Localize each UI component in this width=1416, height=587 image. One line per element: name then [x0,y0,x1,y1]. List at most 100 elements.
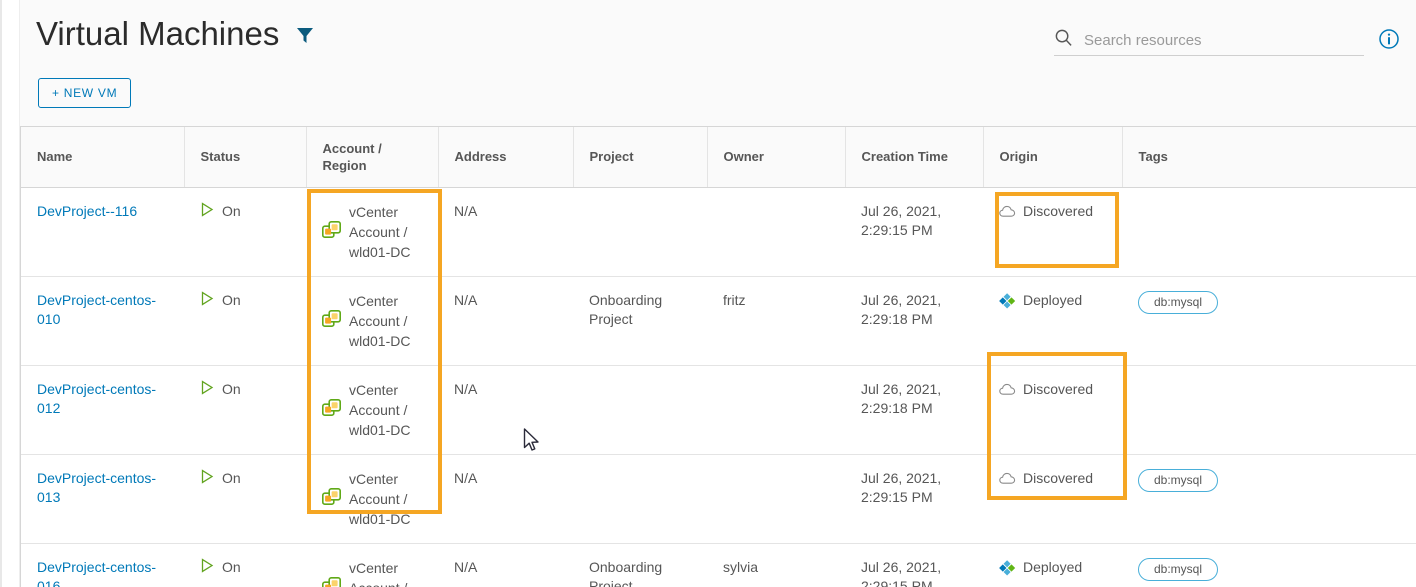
column-header-origin[interactable]: Origin [983,127,1123,188]
page-header: Virtual Machines + NEW VM [20,0,1416,118]
cell-creation-time: Jul 26, 2021, 2:29:15 PM [845,543,983,587]
cell-name: DevProject-centos-016 [21,543,184,587]
table-row[interactable]: DevProject-centos-013 On vCenter Account… [21,454,1416,544]
new-vm-button[interactable]: + NEW VM [38,78,132,108]
table-header-row: Name Status Account / Region Address Pro… [21,127,1416,188]
column-header-account[interactable]: Account / Region [306,127,439,188]
cell-origin: Discovered [983,187,1122,277]
vm-name-link[interactable]: DevProject-centos-010 [37,292,156,327]
account-region-label: vCenter Account / wld01-DC [349,292,411,349]
cell-origin: Deployed [983,276,1122,366]
search-icon [1054,28,1073,52]
cloud-icon [999,204,1016,223]
cell-address: N/A [438,454,573,544]
deployed-diamonds-icon [999,559,1016,581]
cell-creation-time: Jul 26, 2021, 2:29:15 PM [845,454,983,544]
info-icon[interactable] [1378,28,1400,55]
mouse-cursor [523,428,541,459]
cell-project [573,187,707,277]
play-triangle-icon [200,379,214,400]
cell-owner [707,187,845,277]
status-label: On [222,469,241,486]
origin-label: Discovered [1023,202,1094,219]
virtual-machines-table: Name Status Account / Region Address Pro… [21,127,1416,587]
virtual-machines-page: Virtual Machines + NEW VM Search resourc… [0,0,1416,587]
column-header-tags[interactable]: Tags [1122,127,1416,188]
table-body: DevProject--116 On vCenter Account / wld… [21,187,1416,587]
cloud-icon [999,471,1016,490]
cell-project [573,454,707,544]
vm-name-link[interactable]: DevProject-centos-016 [37,559,156,587]
play-triangle-icon [200,290,214,311]
status-label: On [222,558,241,575]
cell-owner [707,365,845,455]
cell-status: On [184,543,306,587]
cell-status: On [184,187,306,277]
cell-account-region: vCenter Account / wld01-DC [306,543,438,587]
filter-icon[interactable] [293,23,317,52]
tag-pill[interactable]: db:mysql [1138,468,1219,492]
cell-project [573,365,707,455]
cell-project: Onboarding Project [573,543,707,587]
status-label: On [222,380,241,397]
column-header-name[interactable]: Name [21,127,185,188]
cell-owner [707,454,845,544]
vm-name-link[interactable]: DevProject-centos-013 [37,470,156,505]
cell-tags: db:mysql [1122,276,1416,366]
status-label: On [222,202,241,219]
origin-label: Discovered [1023,380,1094,397]
table-row[interactable]: DevProject--116 On vCenter Account / wld… [21,187,1416,277]
table-row[interactable]: DevProject-centos-010 On vCenter Account… [21,276,1416,366]
cell-origin: Discovered [983,365,1122,455]
column-header-address[interactable]: Address [438,127,574,188]
column-header-creation-time[interactable]: Creation Time [845,127,984,188]
vcenter-account-icon [322,487,341,512]
vcenter-account-icon [322,309,341,334]
vcenter-account-icon [322,398,341,423]
vm-table-container: Name Status Account / Region Address Pro… [20,126,1416,587]
cell-owner: fritz [707,276,845,366]
play-triangle-icon [200,201,214,222]
deployed-diamonds-icon [999,292,1016,314]
cell-owner: sylvia [707,543,845,587]
cell-address: N/A [438,543,573,587]
cell-tags [1122,365,1416,455]
column-header-owner[interactable]: Owner [707,127,846,188]
cell-name: DevProject--116 [21,187,184,277]
origin-label: Deployed [1023,558,1083,575]
account-region-label: vCenter Account / wld01-DC [349,381,411,438]
column-header-project[interactable]: Project [573,127,708,188]
vm-name-link[interactable]: DevProject-centos-012 [37,381,156,416]
title-row: Virtual Machines [36,14,317,54]
search-bar[interactable] [1054,26,1364,56]
cell-account-region: vCenter Account / wld01-DC [306,276,438,366]
play-triangle-icon [200,468,214,489]
cell-account-region: vCenter Account / wld01-DC [306,187,438,277]
cell-address: N/A [438,276,573,366]
table-row[interactable]: DevProject-centos-012 On vCenter Account… [21,365,1416,455]
column-header-status[interactable]: Status [184,127,307,188]
vm-name-link[interactable]: DevProject--116 [37,203,137,219]
tag-pill[interactable]: db:mysql [1138,557,1219,581]
cell-project: Onboarding Project [573,276,707,366]
cell-tags: db:mysql [1122,543,1416,587]
tag-pill[interactable]: db:mysql [1138,290,1219,314]
cell-account-region: vCenter Account / wld01-DC [306,454,438,544]
cell-origin: Deployed [983,543,1122,587]
cell-creation-time: Jul 26, 2021, 2:29:18 PM [845,276,983,366]
cell-creation-time: Jul 26, 2021, 2:29:15 PM [845,187,983,277]
cell-tags [1122,187,1416,277]
cell-origin: Discovered [983,454,1122,544]
account-region-label: vCenter Account / wld01-DC [349,470,411,527]
cell-name: DevProject-centos-013 [21,454,184,544]
cell-name: DevProject-centos-012 [21,365,184,455]
cell-address: N/A [438,365,573,455]
page-title: Virtual Machines [36,15,280,52]
cell-status: On [184,365,306,455]
cell-status: On [184,454,306,544]
cell-status: On [184,276,306,366]
search-input[interactable] [1082,31,1364,50]
table-row[interactable]: DevProject-centos-016 On vCenter N/A Onb… [21,543,1416,587]
vcenter-account-icon [322,576,341,587]
account-region-label: vCenter Account / wld01-DC [349,203,411,260]
